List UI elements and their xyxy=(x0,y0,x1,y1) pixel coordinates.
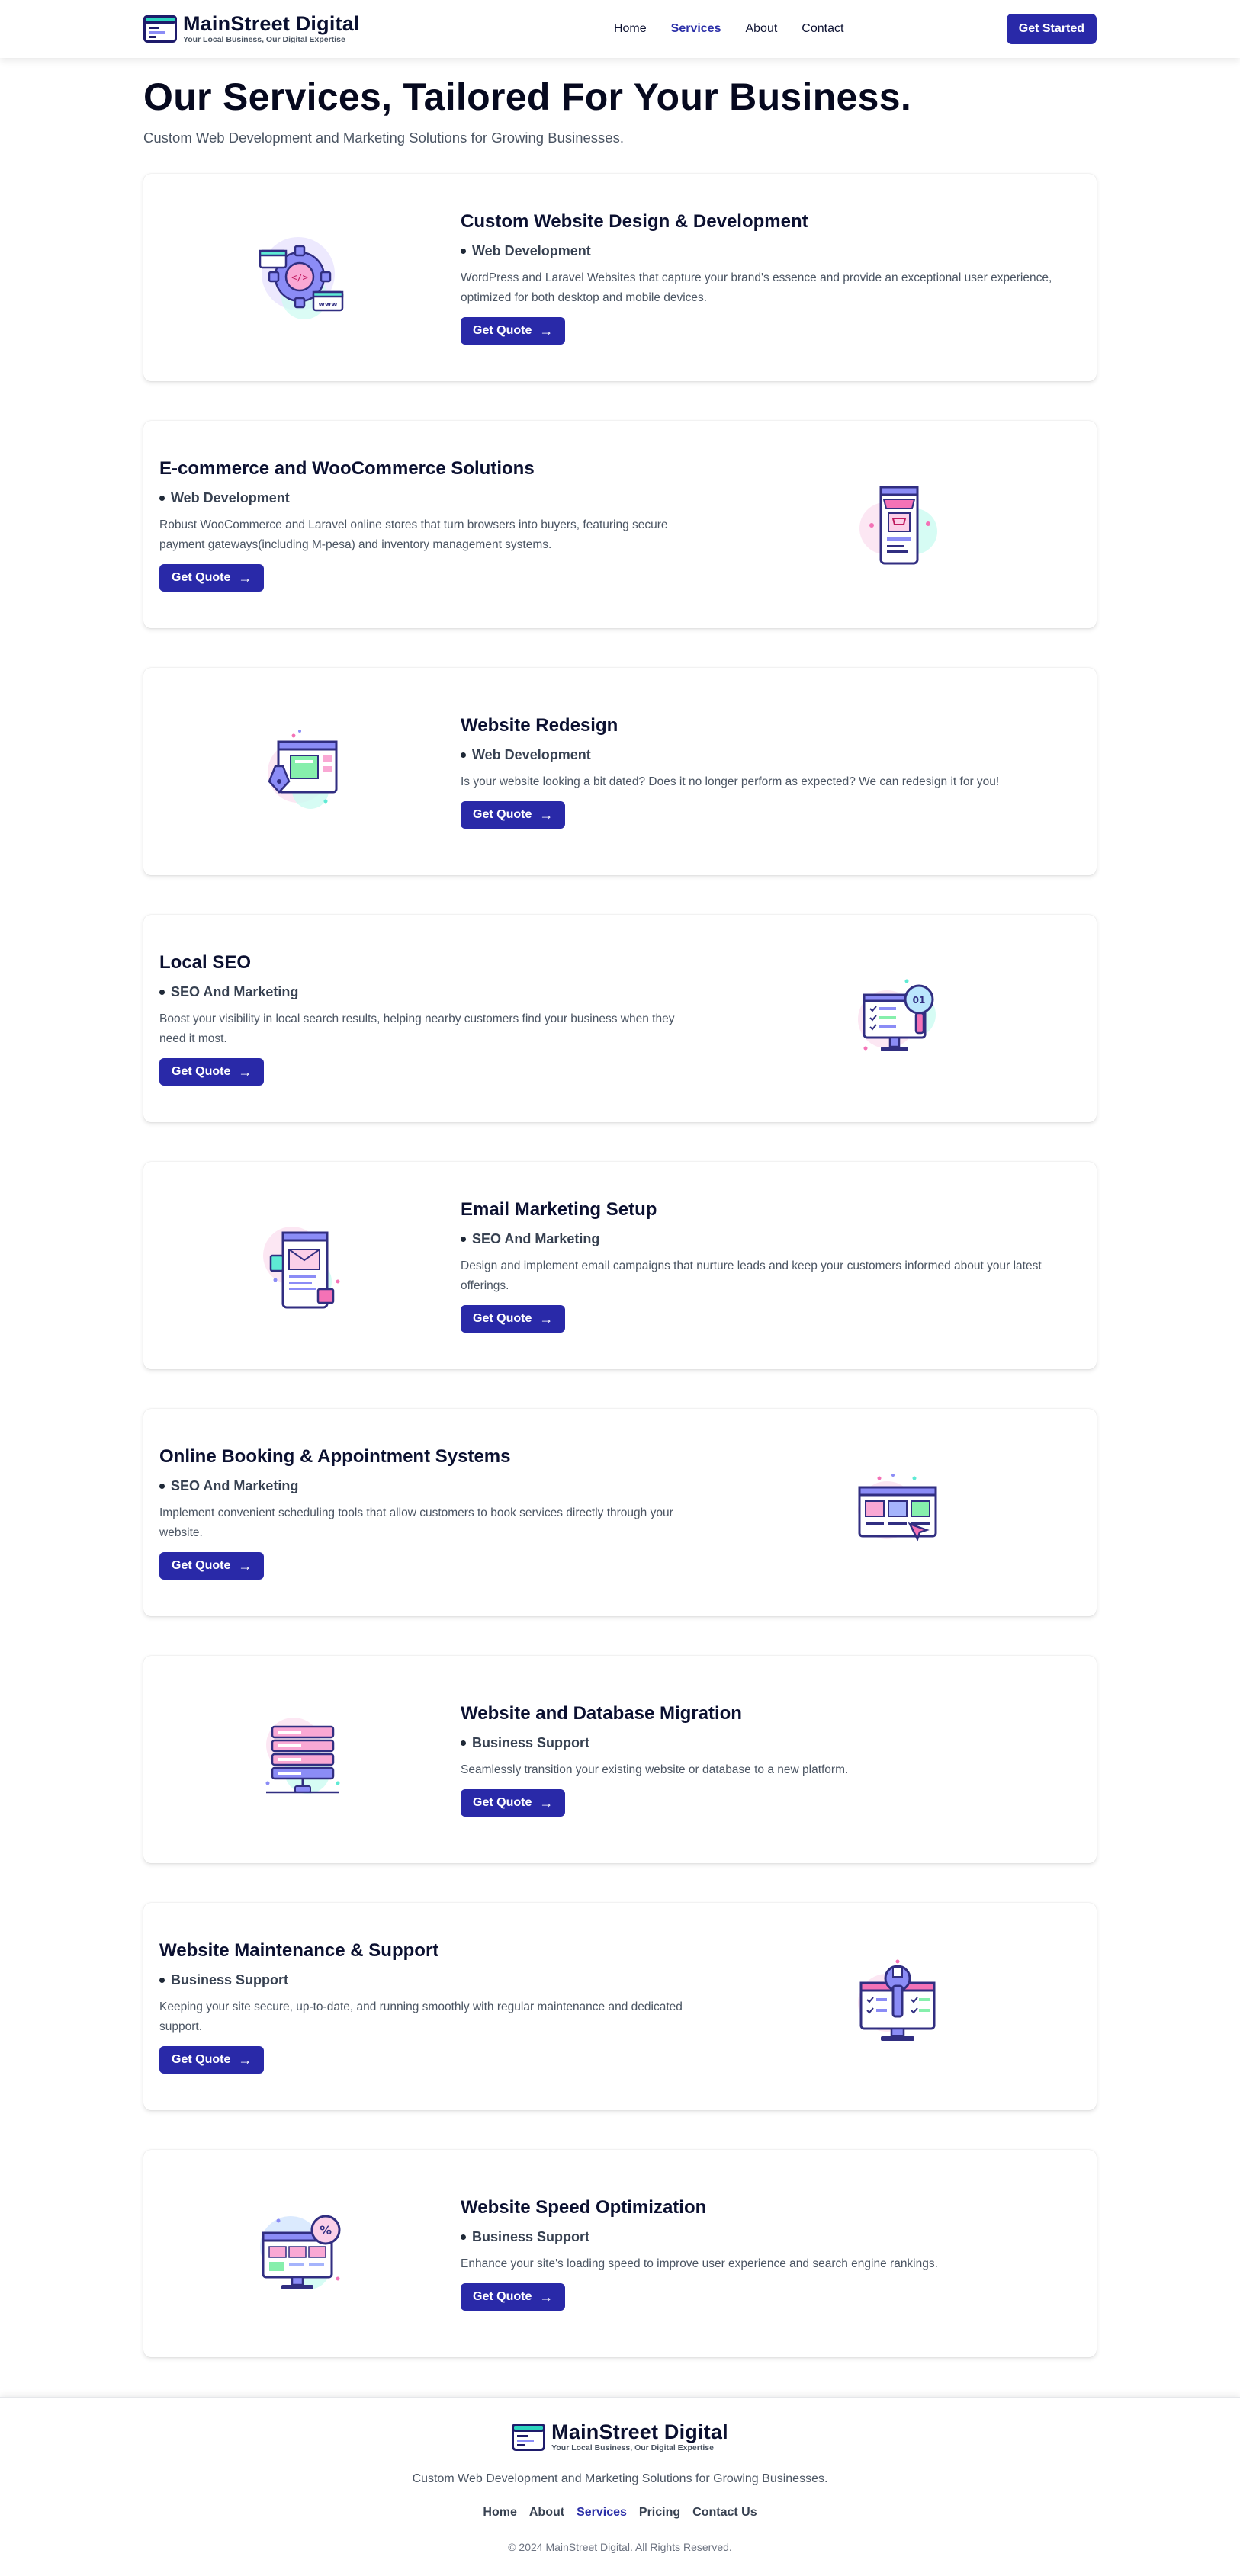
service-title: Website Speed Optimization xyxy=(461,2196,707,2218)
service-description: Robust WooCommerce and Laravel online st… xyxy=(159,518,668,551)
svg-text:01: 01 xyxy=(913,995,926,1006)
service-title: Local SEO xyxy=(159,951,252,973)
footer-tagline: Custom Web Development and Marketing Sol… xyxy=(412,2472,828,2485)
service-category: Business Support xyxy=(461,2229,1078,2245)
footer-nav-pricing[interactable]: Pricing xyxy=(639,2506,680,2520)
gear-code-icon: </> www xyxy=(259,237,344,319)
get-quote-button[interactable]: Get Quote → xyxy=(159,1057,265,1086)
service-category: Web Development xyxy=(159,490,700,506)
service-category: Business Support xyxy=(461,1735,1078,1751)
service-description: Boost your visibility in local search re… xyxy=(159,1012,675,1045)
database-server-icon xyxy=(265,1718,340,1794)
service-category: SEO And Marketing xyxy=(159,984,700,1000)
service-description: WordPress and Laravel Websites that capt… xyxy=(461,271,1052,304)
pen-browser-icon xyxy=(268,730,338,809)
footer-nav: Home About Services Pricing Contact Us xyxy=(0,2506,1240,2520)
get-quote-button[interactable]: Get Quote → xyxy=(461,1788,566,1817)
brand-tagline: Your Local Business, Our Digital Experti… xyxy=(183,35,345,45)
get-quote-button[interactable]: Get Quote → xyxy=(461,2282,566,2311)
footer-nav-about[interactable]: About xyxy=(529,2506,564,2520)
monitor-search-icon: 01 xyxy=(858,979,936,1051)
hero: Our Services, Tailored For Your Business… xyxy=(143,58,1097,146)
footer-nav-home[interactable]: Home xyxy=(483,2506,516,2520)
get-quote-button[interactable]: Get Quote → xyxy=(461,1304,566,1333)
service-card: 01 Local SEO SEO And Marketing Boost you… xyxy=(143,915,1097,1122)
brand-name: MainStreet Digital xyxy=(183,12,360,36)
get-quote-button[interactable]: Get Quote → xyxy=(461,800,566,829)
footer-nav-services[interactable]: Services xyxy=(577,2506,627,2520)
svg-text:%: % xyxy=(320,2223,332,2238)
service-description: Enhance your site's loading speed to imp… xyxy=(461,2257,938,2270)
browser-logo-icon xyxy=(512,2423,546,2451)
footer-brand-link[interactable]: MainStreet Digital Your Local Business, … xyxy=(0,2422,1240,2452)
mobile-store-icon xyxy=(859,486,937,565)
speed-monitor-icon: % xyxy=(260,2215,341,2289)
footer-brand-tagline: Your Local Business, Our Digital Experti… xyxy=(551,2443,714,2452)
page-title: Our Services, Tailored For Your Business… xyxy=(143,75,912,118)
service-category: SEO And Marketing xyxy=(159,1478,700,1494)
service-description: Is your website looking a bit dated? Doe… xyxy=(461,775,1000,788)
service-card: E-commerce and WooCommerce Solutions Web… xyxy=(143,421,1097,628)
service-description: Design and implement email campaigns tha… xyxy=(461,1259,1042,1292)
arrow-right-icon: → xyxy=(539,807,554,823)
brand-logo-link[interactable]: MainStreet Digital Your Local Business, … xyxy=(143,14,360,44)
service-card: Website Maintenance & Support Business S… xyxy=(143,1903,1097,2110)
service-category: Business Support xyxy=(159,1972,700,1988)
arrow-right-icon: → xyxy=(539,1310,554,1326)
service-card: Email Marketing Setup SEO And Marketing … xyxy=(143,1162,1097,1369)
footer-brand-name: MainStreet Digital xyxy=(551,2420,728,2443)
service-card: % Website Speed Optimization Business Su… xyxy=(143,2150,1097,2357)
service-title: Custom Website Design & Development xyxy=(461,210,808,232)
browser-logo-icon xyxy=(143,15,177,43)
email-phone-icon xyxy=(263,1227,340,1309)
arrow-right-icon: → xyxy=(238,2051,252,2068)
arrow-right-icon: → xyxy=(539,2289,554,2305)
service-title: Email Marketing Setup xyxy=(461,1198,657,1220)
get-started-button[interactable]: Get Started xyxy=(1006,14,1097,44)
get-quote-button[interactable]: Get Quote → xyxy=(159,2045,265,2074)
service-card: Website Redesign Web Development Is your… xyxy=(143,668,1097,875)
copyright: © 2024 MainStreet Digital. All Rights Re… xyxy=(508,2540,732,2553)
get-quote-button[interactable]: Get Quote → xyxy=(461,316,566,345)
arrow-right-icon: → xyxy=(238,569,252,585)
service-category: Web Development xyxy=(461,243,1078,259)
arrow-right-icon: → xyxy=(238,1063,252,1079)
arrow-right-icon: → xyxy=(539,1795,554,1811)
get-quote-button[interactable]: Get Quote → xyxy=(159,1551,265,1580)
nav-about[interactable]: About xyxy=(745,22,777,36)
svg-text:</>: </> xyxy=(291,272,308,283)
nav-services[interactable]: Services xyxy=(671,22,721,36)
services-list: </> www Custom Website Design & Developm… xyxy=(143,146,1097,2357)
main-nav: Home Services About Contact xyxy=(614,22,843,36)
service-title: Website and Database Migration xyxy=(461,1702,742,1724)
service-description: Seamlessly transition your existing webs… xyxy=(461,1763,849,1776)
arrow-right-icon: → xyxy=(539,322,554,338)
nav-contact[interactable]: Contact xyxy=(802,22,843,36)
service-category: SEO And Marketing xyxy=(461,1231,1078,1247)
service-description: Implement convenient scheduling tools th… xyxy=(159,1506,673,1539)
service-title: E-commerce and WooCommerce Solutions xyxy=(159,457,535,479)
service-description: Keeping your site secure, up-to-date, an… xyxy=(159,2000,683,2033)
service-title: Website Redesign xyxy=(461,714,618,736)
page-subtitle: Custom Web Development and Marketing Sol… xyxy=(143,130,624,146)
calendar-browser-icon xyxy=(858,1474,937,1542)
site-header: MainStreet Digital Your Local Business, … xyxy=(0,0,1240,58)
service-card: Online Booking & Appointment Systems SEO… xyxy=(143,1409,1097,1616)
service-card: </> www Custom Website Design & Developm… xyxy=(143,174,1097,381)
site-footer: MainStreet Digital Your Local Business, … xyxy=(0,2397,1240,2576)
get-quote-button[interactable]: Get Quote → xyxy=(159,563,265,592)
arrow-right-icon: → xyxy=(238,1557,252,1574)
service-card: Website and Database Migration Business … xyxy=(143,1656,1097,1863)
service-title: Website Maintenance & Support xyxy=(159,1939,439,1961)
wrench-monitor-icon xyxy=(858,1959,936,2041)
svg-text:www: www xyxy=(319,301,338,309)
nav-home[interactable]: Home xyxy=(614,22,647,36)
service-title: Online Booking & Appointment Systems xyxy=(159,1445,511,1467)
service-category: Web Development xyxy=(461,747,1078,763)
footer-nav-contact-us[interactable]: Contact Us xyxy=(692,2506,757,2520)
